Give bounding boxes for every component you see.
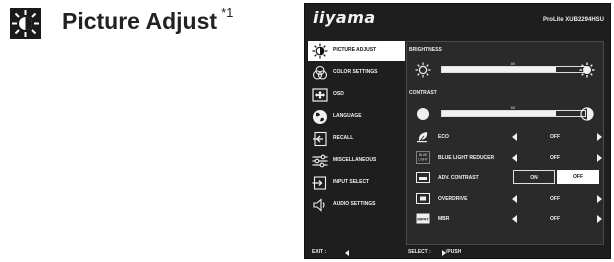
eco-leaf-icon <box>416 130 430 143</box>
overdrive-value: OFF <box>550 196 560 202</box>
blue-light-icon: BLUE LIGHT <box>416 151 430 164</box>
mbr-label: MBR <box>438 216 450 222</box>
brand-logo: iiyama <box>313 8 376 27</box>
blue-light-prev-arrow[interactable] <box>512 154 517 162</box>
menu-item-recall[interactable]: RECALL <box>308 129 405 149</box>
contrast-fill <box>442 111 557 116</box>
settings-panel: BRIGHTNESS 80 CONTRAST 80 ECO OFF BLUE L… <box>406 41 604 245</box>
brightness-high-icon <box>579 62 595 78</box>
adv-contrast-off-button[interactable]: OFF <box>557 170 599 184</box>
color-icon <box>312 65 328 81</box>
brightness-value: 80 <box>510 61 516 66</box>
adv-contrast-on-button[interactable]: ON <box>513 170 555 184</box>
blue-light-next-arrow[interactable] <box>597 154 602 162</box>
page-heading: Picture Adjust *1 <box>10 5 280 45</box>
contrast-track[interactable]: 80 <box>441 105 586 117</box>
page-title-text: Picture Adjust <box>62 8 218 34</box>
osd-window: iiyama ProLite XUB2294HSU PICTURE ADJUST… <box>304 3 611 259</box>
mbr-prev-arrow[interactable] <box>512 215 517 223</box>
exit-label: EXIT : <box>312 249 327 255</box>
menu-item-label: PICTURE ADJUST <box>333 47 377 53</box>
eco-label: ECO <box>438 134 449 140</box>
menu-item-label: INPUT SELECT <box>333 179 370 185</box>
overdrive-prev-arrow[interactable] <box>512 195 517 203</box>
brightness-label: BRIGHTNESS <box>409 47 442 53</box>
globe-icon <box>312 109 328 125</box>
input-icon <box>312 175 328 191</box>
osd-footer: EXIT : SELECT : /PUSH <box>305 246 610 260</box>
eco-next-arrow[interactable] <box>597 133 602 141</box>
menu-item-miscellaneous[interactable]: MISCELLANEOUS <box>308 151 405 171</box>
adv-contrast-icon <box>416 171 430 184</box>
osd-menu: PICTURE ADJUST COLOR SETTINGS OSD LANGUA… <box>308 41 405 217</box>
blue-light-row[interactable]: BLUE LIGHT BLUE LIGHT REDUCER OFF <box>407 149 603 167</box>
sun-icon <box>312 43 328 59</box>
model-name: ProLite XUB2294HSU <box>542 17 604 23</box>
osd-icon <box>312 87 328 103</box>
push-label: /PUSH <box>446 249 462 255</box>
speaker-icon <box>312 197 328 213</box>
eco-row[interactable]: ECO OFF <box>407 128 603 146</box>
overdrive-row[interactable]: OVERDRIVE OFF <box>407 190 603 208</box>
contrast-value: 80 <box>510 105 516 110</box>
blue-light-icon-text-1: BLUE <box>419 153 427 157</box>
eco-value: OFF <box>550 134 560 140</box>
brightness-slider[interactable]: 80 <box>407 61 603 79</box>
footnote-marker: *1 <box>221 5 234 21</box>
menu-item-picture-adjust[interactable]: PICTURE ADJUST <box>308 41 405 61</box>
sliders-icon <box>312 153 328 169</box>
blue-light-value: OFF <box>550 155 560 161</box>
mbr-value: OFF <box>550 216 560 222</box>
select-label: SELECT : <box>408 249 431 255</box>
eco-prev-arrow[interactable] <box>512 133 517 141</box>
recall-icon <box>312 131 328 147</box>
menu-item-osd[interactable]: OSD <box>308 85 405 105</box>
adv-contrast-label: ADV. CONTRAST <box>438 175 479 181</box>
brightness-low-icon <box>415 62 431 78</box>
blue-light-icon-text-2: LIGHT <box>418 158 427 162</box>
page-title: Picture Adjust *1 <box>62 5 234 35</box>
mprt-icon: MPRT <box>416 212 430 225</box>
brightness-fill <box>442 67 557 72</box>
menu-item-label: AUDIO SETTINGS <box>333 201 376 207</box>
contrast-label: CONTRAST <box>409 90 437 96</box>
mbr-next-arrow[interactable] <box>597 215 602 223</box>
overdrive-label: OVERDRIVE <box>438 196 468 202</box>
menu-item-label: MISCELLANEOUS <box>333 157 377 163</box>
sun-adjust-icon <box>10 8 41 39</box>
exit-arrow-icon[interactable] <box>345 250 349 256</box>
contrast-high-icon <box>579 106 595 122</box>
mprt-icon-text: MPRT <box>417 217 429 222</box>
adv-contrast-row[interactable]: ADV. CONTRAST ON OFF <box>407 169 603 187</box>
overdrive-next-arrow[interactable] <box>597 195 602 203</box>
menu-item-audio-settings[interactable]: AUDIO SETTINGS <box>308 195 405 215</box>
menu-item-label: LANGUAGE <box>333 113 362 119</box>
menu-item-input-select[interactable]: INPUT SELECT <box>308 173 405 193</box>
contrast-low-icon <box>415 106 431 122</box>
brightness-track[interactable]: 80 <box>441 61 586 73</box>
menu-item-label: COLOR SETTINGS <box>333 69 378 75</box>
menu-item-label: OSD <box>333 91 344 97</box>
menu-item-label: RECALL <box>333 135 354 141</box>
blue-light-label: BLUE LIGHT REDUCER <box>438 155 495 161</box>
menu-item-color-settings[interactable]: COLOR SETTINGS <box>308 63 405 83</box>
osd-header: iiyama ProLite XUB2294HSU <box>305 4 610 34</box>
contrast-slider[interactable]: 80 <box>407 105 603 123</box>
mbr-row[interactable]: MPRT MBR OFF <box>407 210 603 228</box>
overdrive-icon <box>416 192 430 205</box>
menu-item-language[interactable]: LANGUAGE <box>308 107 405 127</box>
